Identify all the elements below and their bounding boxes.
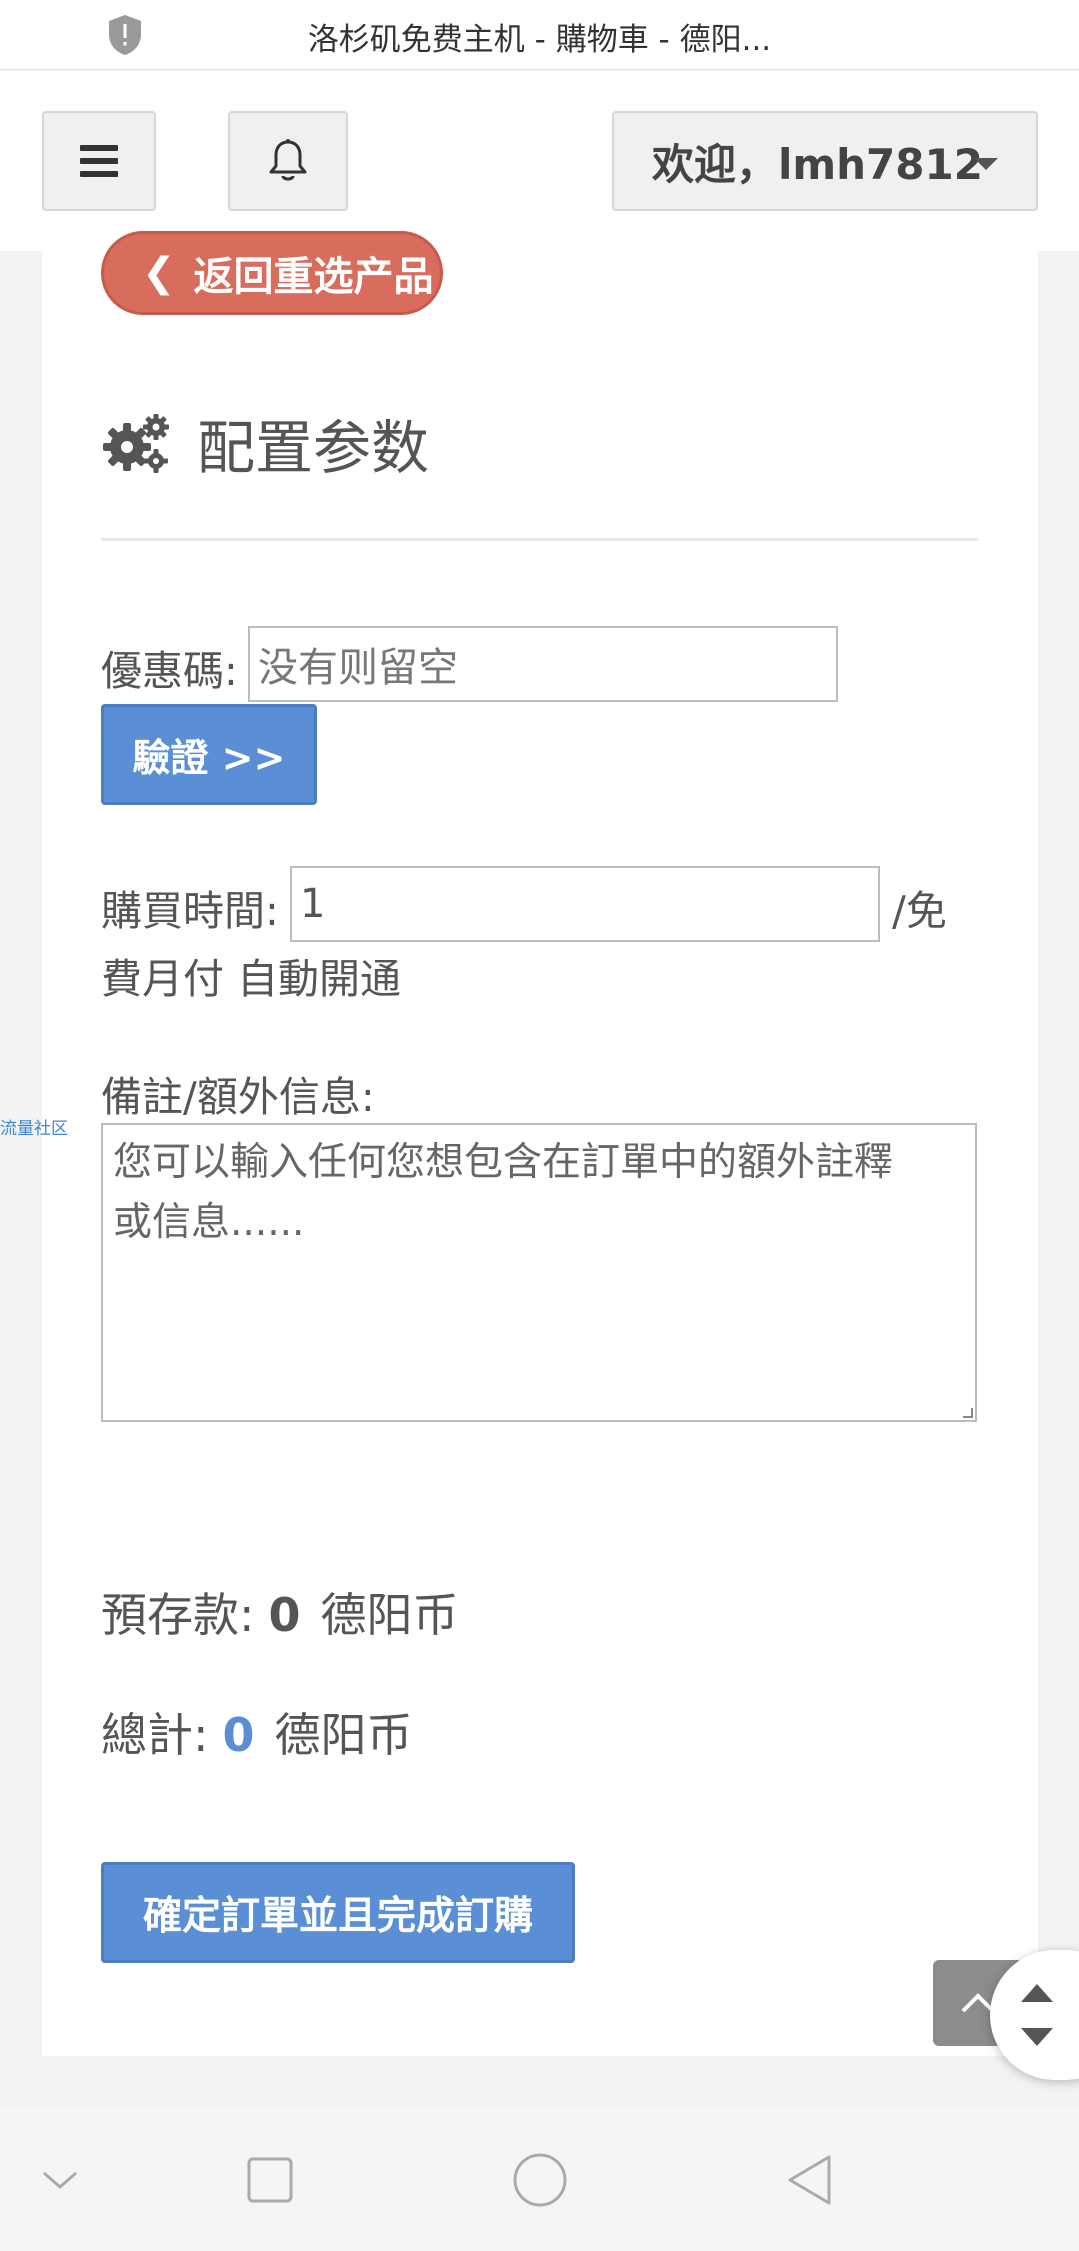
billing-cycle-note: 費月付 自動開通: [101, 955, 402, 1003]
page-title: 洛杉矶免费主机 - 購物車 - 德阳...: [307, 22, 772, 58]
bell-icon: [269, 139, 307, 181]
top-navigation: 欢迎，lmh7812: [0, 71, 1079, 251]
hamburger-icon: [80, 145, 118, 177]
caret-down-icon: [974, 158, 998, 170]
recent-apps-icon[interactable]: [247, 2157, 293, 2203]
system-navigation-bar: [0, 2108, 1079, 2251]
deposit-amount: 0: [268, 1588, 301, 1642]
verify-coupon-button[interactable]: 驗證 >>: [101, 704, 317, 805]
coupon-input[interactable]: 没有则留空: [248, 626, 838, 702]
deposit-unit: 德阳币: [320, 1588, 459, 1642]
scroll-arrows-icon: [1021, 1984, 1053, 2046]
chevron-down-icon[interactable]: [40, 2168, 80, 2192]
user-greeting: 欢迎，lmh7812: [652, 139, 983, 189]
confirm-button-label: 確定訂單並且完成訂購: [142, 1893, 533, 1939]
notifications-button[interactable]: [228, 111, 348, 211]
menu-button[interactable]: [42, 111, 156, 211]
verify-button-label: 驗證 >>: [132, 736, 286, 780]
resize-handle-icon[interactable]: [963, 1408, 973, 1418]
total-unit: 德阳币: [274, 1708, 413, 1762]
total-row: 總計: 0 德阳币: [101, 1699, 413, 1765]
home-icon[interactable]: [512, 2152, 568, 2208]
back-to-products-button[interactable]: ❮ 返回重选产品: [101, 231, 443, 315]
back-icon[interactable]: [785, 2153, 833, 2207]
total-label: 總計:: [101, 1708, 209, 1762]
divider: [101, 538, 978, 541]
deposit-row: 預存款: 0 德阳币: [101, 1579, 459, 1645]
notes-placeholder-line-1: 您可以輸入任何您想包含在訂單中的額外註釋: [113, 1140, 894, 1185]
coupon-placeholder: 没有则留空: [258, 645, 458, 691]
total-amount: 0: [222, 1708, 255, 1762]
purchase-time-input[interactable]: 1: [290, 866, 880, 942]
section-heading: 配置参数: [101, 401, 429, 485]
purchase-time-value: 1: [300, 881, 326, 927]
back-button-label: 返回重选产品: [193, 254, 434, 300]
notes-label: 備註/額外信息:: [101, 1073, 375, 1121]
user-menu-dropdown[interactable]: 欢迎，lmh7812: [612, 111, 1038, 211]
chevron-left-icon: ❮: [142, 250, 176, 296]
billing-cycle-suffix: /免: [892, 887, 947, 935]
side-community-link[interactable]: 流量社区: [0, 1114, 68, 1139]
checkout-panel: ❮ 返回重选产品 配置参数 優惠碼: 没有则留空 驗證 >> 購買時間: 1 /…: [42, 231, 1038, 2056]
purchase-time-label: 購買時間:: [101, 887, 279, 935]
notes-placeholder-line-2: 或信息......: [113, 1200, 305, 1245]
browser-title-bar: 洛杉矶免费主机 - 購物車 - 德阳...: [0, 0, 1079, 70]
section-title: 配置参数: [197, 414, 430, 482]
confirm-order-button[interactable]: 確定訂單並且完成訂購: [101, 1862, 575, 1963]
deposit-label: 預存款:: [101, 1588, 255, 1642]
notes-textarea[interactable]: 您可以輸入任何您想包含在訂單中的額外註釋 或信息......: [101, 1123, 977, 1422]
gears-icon: [103, 414, 169, 473]
coupon-label: 優惠碼:: [101, 647, 238, 695]
